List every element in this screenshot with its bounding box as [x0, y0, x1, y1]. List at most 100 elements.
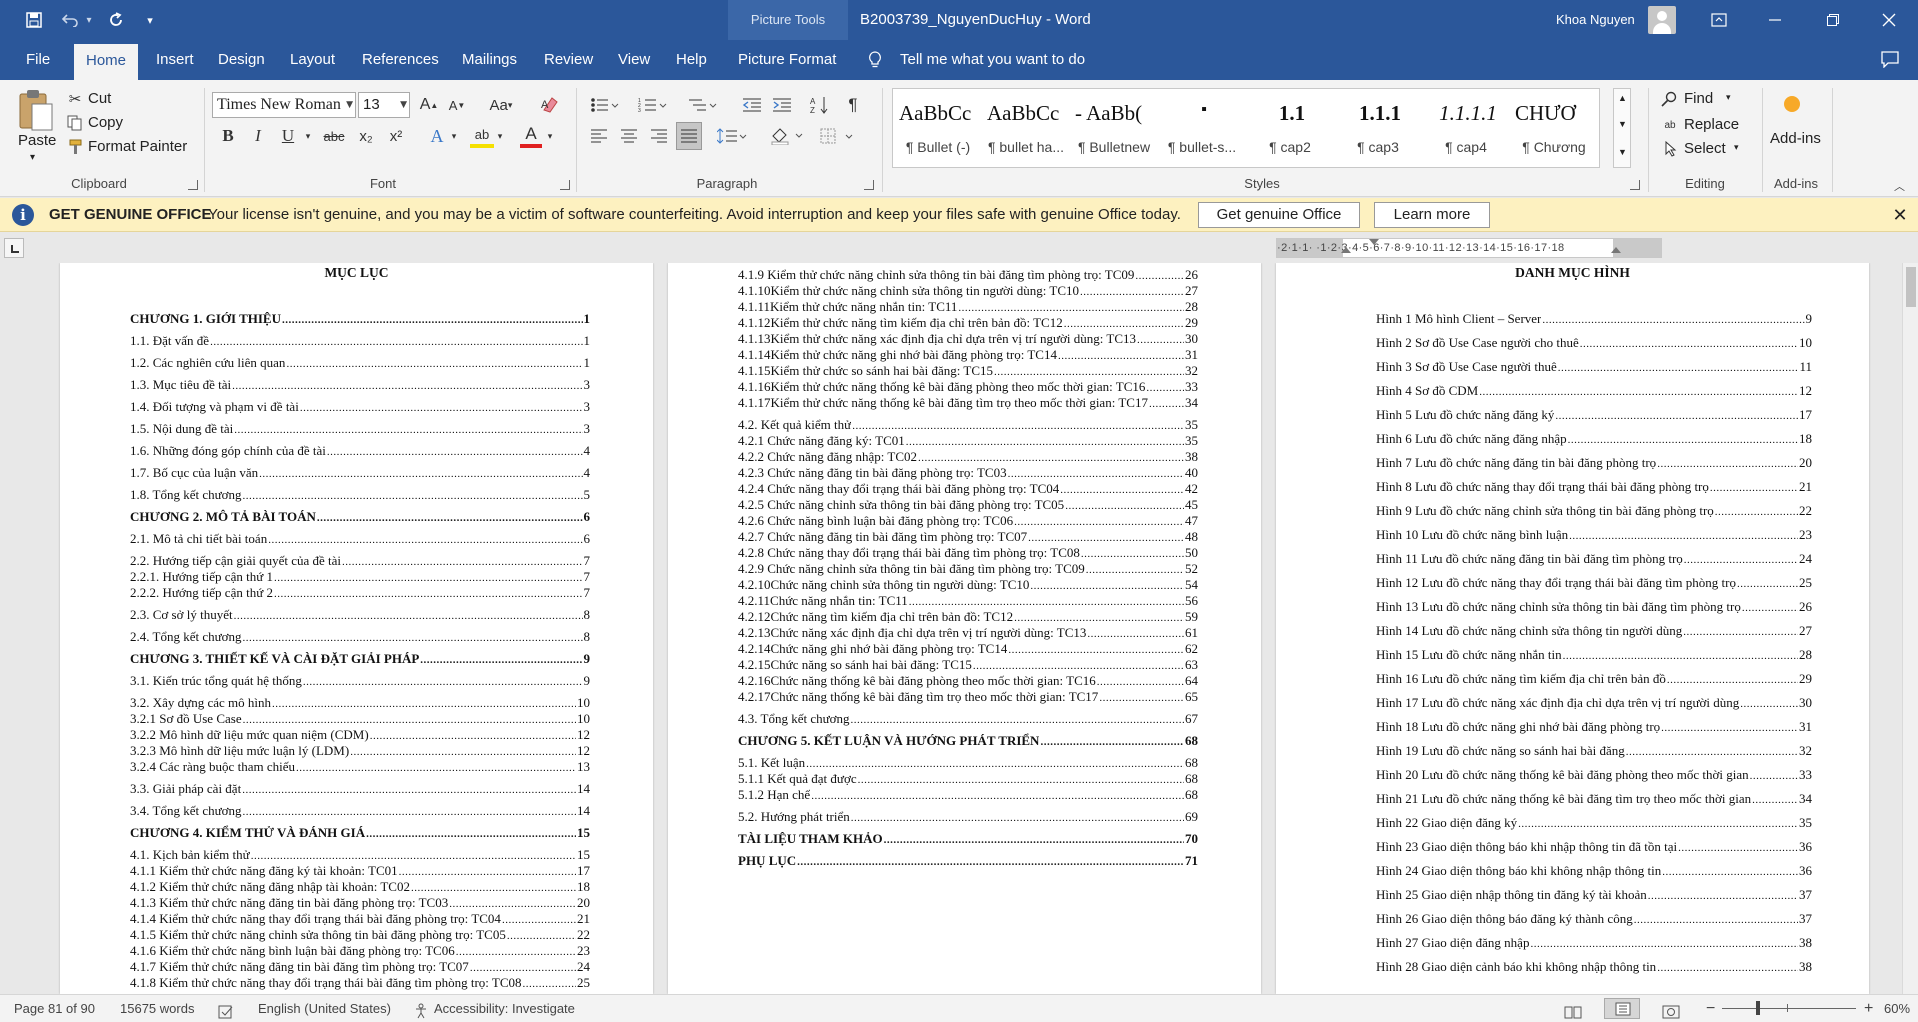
shrink-font-icon[interactable]: A ▼ — [446, 94, 468, 116]
font-color-dropdown-icon[interactable]: ▾ — [544, 126, 556, 146]
toc-entry[interactable]: 4.2.10Chức năng chỉnh sửa thông tin ngườ… — [738, 577, 1198, 594]
first-line-indent-marker[interactable] — [1369, 239, 1379, 245]
style-bulletnew[interactable]: - AaBb( ¶ Bulletnew — [1069, 89, 1157, 167]
zoom-slider[interactable] — [1722, 1008, 1856, 1009]
toc-entry[interactable]: 2.2.1. Hướng tiếp cận thứ 1 7 — [130, 569, 590, 586]
toc-entry[interactable]: 1.4. Đối tượng và phạm vi đề tài 3 — [130, 399, 590, 416]
align-center-icon[interactable] — [618, 124, 640, 148]
toc-entry[interactable]: Hình 19 Lưu đồ chức năng so sánh hai bài… — [1376, 743, 1812, 760]
scissors-icon[interactable]: ✂ — [66, 90, 84, 108]
styles-dialog-launcher-icon[interactable] — [1630, 180, 1640, 190]
style-cap2[interactable]: 1.1 ¶ cap2 — [1245, 89, 1333, 167]
subscript-button[interactable]: x₂ — [354, 124, 378, 148]
chevron-up-icon[interactable]: ▲ — [1618, 93, 1627, 103]
bullets-icon[interactable] — [588, 94, 622, 116]
style-bullet-dash[interactable]: AaBbCc ¶ Bullet (-) — [893, 89, 981, 167]
chevron-down-icon[interactable]: ▼ — [1618, 119, 1627, 129]
scrollbar-thumb[interactable] — [1906, 267, 1916, 307]
paragraph-dialog-launcher-icon[interactable] — [864, 180, 874, 190]
ribbon-display-options-icon[interactable] — [1696, 0, 1742, 40]
toc-entry[interactable]: 4.1.17Kiểm thử chức năng thống kê bài đă… — [738, 395, 1198, 412]
align-right-icon[interactable] — [648, 124, 670, 148]
toc-entry[interactable]: Hình 9 Lưu đồ chức năng chỉnh sửa thông … — [1376, 503, 1812, 520]
toc-entry[interactable]: 4.2.5 Chức năng chỉnh sửa thông tin bài … — [738, 497, 1198, 514]
numbering-icon[interactable]: 123 — [636, 94, 670, 116]
learn-more-button[interactable]: Learn more — [1374, 202, 1490, 228]
toc-entry[interactable]: 1.5. Nội dung đề tài 3 — [130, 421, 590, 438]
toc-entry[interactable]: Hình 11 Lưu đồ chức năng đăng tin bài đă… — [1376, 551, 1812, 568]
bold-button[interactable]: B — [216, 124, 240, 148]
undo-icon[interactable] — [56, 8, 84, 32]
copy-icon[interactable] — [66, 114, 84, 132]
toc-entry[interactable]: 4.2.3 Chức năng đăng tin bài đăng phòng … — [738, 465, 1198, 482]
minimize-icon[interactable] — [1752, 0, 1798, 40]
document-canvas[interactable]: MỤC LỤC CHƯƠNG 1. GIỚI THIỆU11.1. Đặt vấ… — [0, 263, 1918, 994]
toc-entry[interactable]: 3.2.3 Mô hình dữ liệu mức luận lý (LDM) 1… — [130, 743, 590, 760]
tab-layout[interactable]: Layout — [280, 40, 345, 80]
find-icon[interactable] — [1660, 90, 1678, 108]
format-painter-button[interactable]: Format Painter — [88, 138, 187, 155]
paste-dropdown-icon[interactable]: ▾ — [30, 152, 35, 163]
page-toc-2[interactable]: 4.1.9 Kiểm thử chức năng chỉnh sửa thông… — [668, 263, 1261, 994]
add-ins-icon[interactable] — [1784, 96, 1800, 112]
accessibility-status[interactable]: Accessibility: Investigate — [434, 995, 575, 1022]
toc-entry[interactable]: Hình 6 Lưu đồ chức năng đăng nhập 18 — [1376, 431, 1812, 448]
borders-icon[interactable] — [818, 124, 858, 148]
more-styles-icon[interactable]: ▼ — [1618, 147, 1627, 157]
grow-font-icon[interactable]: A ▲ — [418, 94, 440, 116]
tab-mailings[interactable]: Mailings — [452, 40, 527, 80]
get-genuine-office-button[interactable]: Get genuine Office — [1198, 202, 1360, 228]
user-name[interactable]: Khoa Nguyen — [1556, 0, 1635, 40]
decrease-indent-icon[interactable] — [740, 94, 764, 116]
web-layout-icon[interactable] — [1662, 1001, 1680, 1022]
tab-help[interactable]: Help — [666, 40, 717, 80]
customize-qat-icon[interactable]: ▾ — [136, 8, 164, 32]
toc-entry[interactable]: 5.1.2 Hạn chế 68 — [738, 787, 1198, 804]
toc-entry[interactable]: Hình 21 Lưu đồ chức năng thống kê bài đă… — [1376, 791, 1812, 808]
print-layout-icon[interactable] — [1604, 998, 1640, 1019]
highlight-icon[interactable]: ab — [470, 124, 494, 148]
toc-entry[interactable]: 4.1. Kịch bản kiểm thử 15 — [130, 847, 590, 864]
toc-entry[interactable]: Hình 26 Giao diện thông báo đăng ký thàn… — [1376, 911, 1812, 928]
collapse-ribbon-icon[interactable]: ︿ — [1894, 178, 1905, 194]
style-bullet-s[interactable]: ▪ ¶ bullet-s... — [1157, 89, 1245, 167]
toc-entry[interactable]: 4.2.1 Chức năng đăng ký: TC01 35 — [738, 433, 1198, 450]
find-button[interactable]: Find — [1684, 90, 1713, 107]
style-cap3[interactable]: 1.1.1 ¶ cap3 — [1333, 89, 1421, 167]
save-icon[interactable] — [20, 8, 48, 32]
restore-icon[interactable] — [1810, 0, 1856, 40]
toc-entry[interactable]: 4.2. Kết quả kiểm thử 35 — [738, 417, 1198, 434]
toc-entry[interactable]: Hình 24 Giao diện thông báo khi không nh… — [1376, 863, 1812, 880]
toc-entry[interactable]: 4.1.7 Kiểm thử chức năng đăng tin bài đă… — [130, 959, 590, 976]
toc-entry[interactable]: 3.2.4 Các ràng buộc tham chiếu 13 — [130, 759, 590, 776]
toc-entry[interactable]: 1.6. Những đóng góp chính của đề tài 4 — [130, 443, 590, 460]
toc-entry[interactable]: Hình 4 Sơ đồ CDM 12 — [1376, 383, 1812, 400]
font-color-icon[interactable]: A — [520, 124, 542, 148]
toc-entry[interactable]: 4.1.2 Kiểm thử chức năng đăng nhập tài k… — [130, 879, 590, 896]
toc-entry[interactable]: Hình 16 Lưu đồ chức năng tìm kiếm địa ch… — [1376, 671, 1812, 688]
shading-icon[interactable] — [768, 124, 808, 148]
avatar[interactable] — [1648, 6, 1676, 34]
toc-entry[interactable]: 4.2.15Chức năng so sánh hai bài đăng: TC… — [738, 657, 1198, 674]
toc-entry[interactable]: 5.1. Kết luận 68 — [738, 755, 1198, 772]
style-cap4[interactable]: 1.1.1.1 ¶ cap4 — [1421, 89, 1509, 167]
copy-button[interactable]: Copy — [88, 114, 123, 131]
toc-entry[interactable]: 1.8. Tổng kết chương 5 — [130, 487, 590, 504]
toc-entry[interactable]: 5.2. Hướng phát triển 69 — [738, 809, 1198, 826]
toc-entry[interactable]: PHỤ LỤC 71 — [738, 853, 1198, 870]
strikethrough-button[interactable]: abc — [320, 124, 348, 148]
toc-entry[interactable]: CHƯƠNG 1. GIỚI THIỆU 1 — [130, 311, 590, 328]
toc-entry[interactable]: Hình 14 Lưu đồ chức năng chỉnh sửa thông… — [1376, 623, 1812, 640]
toc-entry[interactable]: 4.2.17Chức năng thống kê bài đăng tìm tr… — [738, 689, 1198, 706]
toc-entry[interactable]: Hình 7 Lưu đồ chức năng đăng tin bài đăn… — [1376, 455, 1812, 472]
toc-entry[interactable]: Hình 27 Giao diện đăng nhập 38 — [1376, 935, 1812, 952]
toc-entry[interactable]: 1.1. Đặt vấn đề 1 — [130, 333, 590, 350]
right-indent-marker[interactable] — [1611, 247, 1621, 253]
page-toc-1[interactable]: MỤC LỤC CHƯƠNG 1. GIỚI THIỆU11.1. Đặt vấ… — [60, 263, 653, 994]
select-dropdown-icon[interactable]: ▾ — [1734, 142, 1739, 153]
toc-entry[interactable]: 3.3. Giải pháp cài đặt 14 — [130, 781, 590, 798]
toc-entry[interactable]: 1.2. Các nghiên cứu liên quan 1 — [130, 355, 590, 372]
paste-button[interactable]: Paste — [18, 132, 56, 149]
toc-entry[interactable]: Hình 28 Giao diện cảnh báo khi không nhậ… — [1376, 959, 1812, 976]
toc-entry[interactable]: 4.1.16Kiểm thử chức năng thống kê bài đă… — [738, 379, 1198, 396]
